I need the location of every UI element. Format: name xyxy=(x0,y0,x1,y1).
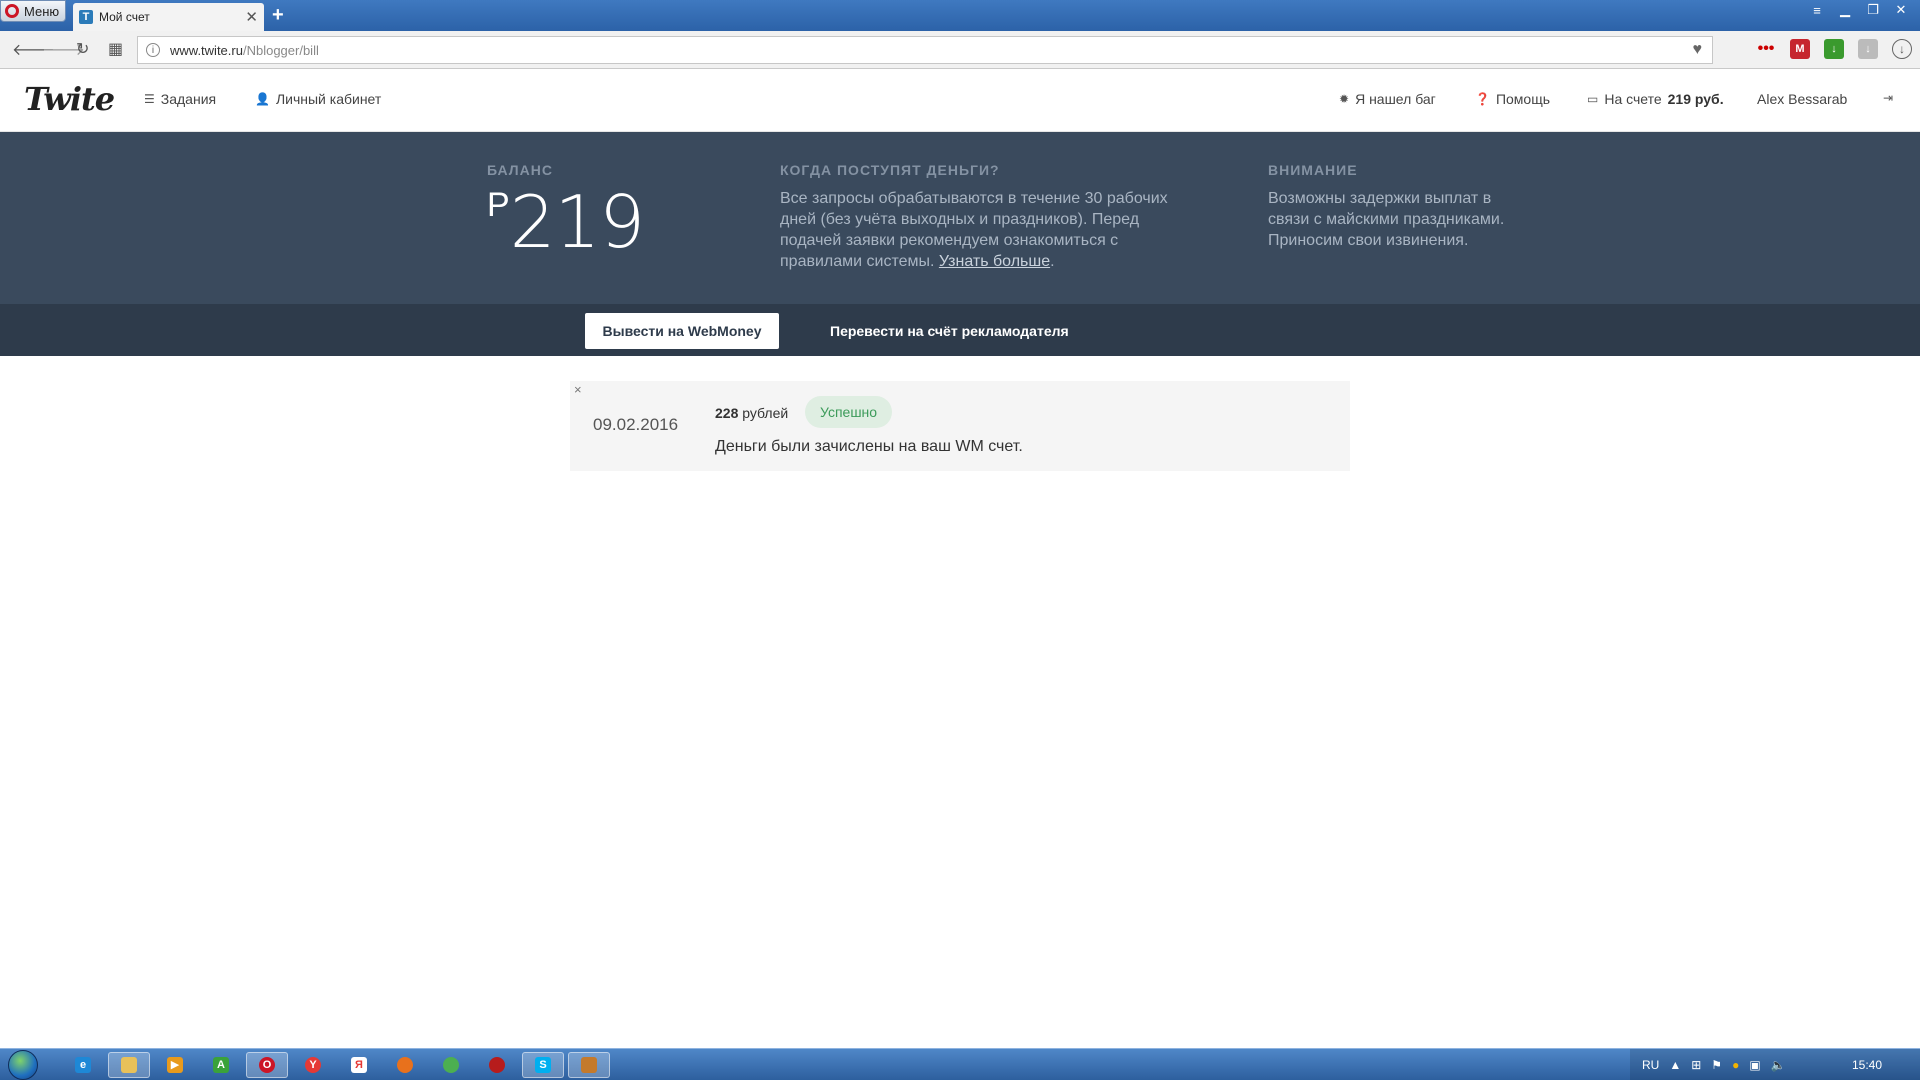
bug-icon: ✹ xyxy=(1339,92,1350,106)
media-player-icon[interactable]: ▶ xyxy=(154,1052,196,1078)
opera-taskbar-icon[interactable]: O xyxy=(246,1052,288,1078)
ruble-sign: Р xyxy=(487,186,510,224)
twite-favicon-icon: T xyxy=(79,10,93,24)
notice-text: Возможны задержки выплат в связи с майск… xyxy=(1268,190,1505,249)
yandex-browser-icon[interactable]: Я xyxy=(338,1052,380,1078)
more-dots-icon[interactable]: ••• xyxy=(1756,39,1776,59)
notice-column: Внимание Возможны задержки выплат в связ… xyxy=(1268,162,1508,251)
balance-info-band: Баланс Р 219 Когда поступят деньги? Все … xyxy=(0,132,1920,304)
logout-icon: ⇥ xyxy=(1883,91,1894,105)
balance-title: Баланс xyxy=(487,162,553,178)
ie-icon[interactable]: e xyxy=(62,1052,104,1078)
when-text: Все запросы обрабатываются в течение 30 … xyxy=(780,188,1180,272)
network-icon[interactable]: ▣ xyxy=(1749,1058,1760,1072)
site-header: Twite ☰ Задания 👤 Личный кабинет ✹ Я наш… xyxy=(0,70,1920,132)
question-circle-icon: ❓ xyxy=(1475,92,1490,106)
when-text-end: . xyxy=(1050,253,1055,270)
credit-card-icon: ▭ xyxy=(1587,92,1599,106)
transaction-date: 09.02.2016 xyxy=(593,415,679,434)
close-window-icon[interactable]: ✕ xyxy=(1890,2,1912,18)
withdraw-actions-bar: Вывести на WebMoney Перевести на счёт ре… xyxy=(0,304,1920,356)
gmail-extension-icon[interactable]: M xyxy=(1790,39,1810,59)
dismiss-close-icon[interactable]: × xyxy=(574,382,582,397)
transaction-amount: 228 рублей xyxy=(715,405,788,421)
browser-toolbar: 🡐 🡒 ↻ ▦ i www.twite.ru /Nblogger/bill ♥ … xyxy=(0,31,1920,69)
bookmark-heart-icon[interactable]: ♥ xyxy=(1693,41,1703,59)
speed-dial-grid-icon[interactable]: ▦ xyxy=(108,39,123,59)
restore-icon[interactable]: ❐ xyxy=(1862,2,1884,18)
taskbar-apps: e ▶ A O Y Я S xyxy=(62,1052,610,1078)
user-icon: 👤 xyxy=(255,92,270,106)
opera-menu-label: Меню xyxy=(24,3,60,19)
url-host: www.twite.ru xyxy=(170,42,243,58)
withdraw-webmoney-button[interactable]: Вывести на WebMoney xyxy=(585,313,779,349)
new-tab-plus-icon[interactable]: + xyxy=(272,4,284,27)
logout-button[interactable]: ⇥ xyxy=(1883,91,1893,105)
tray-flag-icon[interactable]: ⚑ xyxy=(1711,1058,1722,1072)
opera-menu-button[interactable]: Меню xyxy=(0,0,66,22)
nav-user-name: Alex Bessarab xyxy=(1757,91,1848,107)
start-button-icon[interactable] xyxy=(8,1050,38,1080)
tab-close-icon[interactable]: ✕ xyxy=(245,8,258,26)
downloads-icon[interactable]: ↓ xyxy=(1892,39,1912,59)
balance-amount: 219 xyxy=(509,180,645,264)
volume-icon[interactable]: 🔈 xyxy=(1771,1058,1786,1072)
nav-balance-prefix: На счете xyxy=(1604,91,1662,107)
when-title: Когда поступят деньги? xyxy=(780,162,1000,178)
transfer-advertiser-button[interactable]: Перевести на счёт рекламодателя xyxy=(830,313,1069,349)
tray-windows-icon[interactable]: ⊞ xyxy=(1691,1058,1701,1072)
when-money-column: Когда поступят деньги? Все запросы обраб… xyxy=(780,162,1180,272)
minimize-icon[interactable]: ▁ xyxy=(1834,2,1856,18)
yandex-icon[interactable]: Y xyxy=(292,1052,334,1078)
tab-title: Мой счет xyxy=(99,10,150,24)
nav-bug-label: Я нашел баг xyxy=(1355,91,1436,107)
learn-more-link[interactable]: Узнать больше xyxy=(939,253,1050,270)
nav-tasks-label: Задания xyxy=(160,91,217,107)
balance-column: Баланс Р 219 xyxy=(487,162,737,262)
tab-menu-icon[interactable]: ≡ xyxy=(1806,3,1828,18)
nav-balance[interactable]: ▭ На счете 219 руб. xyxy=(1587,91,1724,107)
transaction-currency: рублей xyxy=(742,405,789,421)
url-path: /Nblogger/bill xyxy=(242,42,319,58)
status-badge: Успешно xyxy=(805,396,893,428)
app-a-icon[interactable]: A xyxy=(200,1052,242,1078)
explorer-folder-icon[interactable] xyxy=(108,1052,150,1078)
nav-balance-value: 219 руб. xyxy=(1667,91,1724,107)
tray-app-icon[interactable]: ● xyxy=(1732,1058,1739,1072)
transaction-amount-value: 228 xyxy=(715,405,739,421)
browser-tab-active[interactable]: T Мой счет ✕ xyxy=(73,3,264,31)
skype-icon[interactable]: S xyxy=(522,1052,564,1078)
twite-logo[interactable]: Twite xyxy=(24,80,115,118)
transaction-description: Деньги были зачислены на ваш WM счет. xyxy=(715,438,1023,455)
tray-arrow-icon[interactable]: ▲ xyxy=(1669,1058,1681,1072)
app-paint-icon[interactable] xyxy=(568,1052,610,1078)
save-extension-icon[interactable]: ↓ xyxy=(1858,39,1878,59)
taskbar-clock[interactable]: 15:40 xyxy=(1852,1058,1882,1072)
chrome-icon[interactable] xyxy=(430,1052,472,1078)
transaction-card: × 09.02.2016 228 рублей Успешно Деньги б… xyxy=(570,381,1350,471)
balance-display: Р 219 xyxy=(487,182,737,262)
language-indicator[interactable]: RU xyxy=(1642,1058,1659,1072)
browser-titlebar: Меню T Мой счет ✕ + ≡ ▁ ❐ ✕ xyxy=(0,0,1920,31)
list-icon: ☰ xyxy=(144,92,155,106)
address-bar[interactable]: i www.twite.ru /Nblogger/bill ♥ xyxy=(137,36,1713,64)
site-info-icon[interactable]: i xyxy=(146,43,160,57)
nav-help[interactable]: ❓ Помощь xyxy=(1475,91,1550,107)
nav-tasks[interactable]: ☰ Задания xyxy=(144,91,216,107)
download-extension-icon[interactable]: ↓ xyxy=(1824,39,1844,59)
app-record-icon[interactable] xyxy=(476,1052,518,1078)
opera-logo-icon xyxy=(5,4,19,18)
nav-cabinet-label: Личный кабинет xyxy=(275,91,382,107)
windows-taskbar: e ▶ A O Y Я S RU ▲ ⊞ ⚑ ● ▣ 🔈 15:40 xyxy=(0,1048,1920,1080)
nav-cabinet[interactable]: 👤 Личный кабинет xyxy=(255,91,381,107)
reload-icon[interactable]: ↻ xyxy=(76,39,89,59)
nav-help-label: Помощь xyxy=(1495,91,1551,107)
nav-user[interactable]: Alex Bessarab xyxy=(1757,91,1847,107)
window-controls: ≡ ▁ ❐ ✕ xyxy=(1806,2,1912,18)
nav-bug-report[interactable]: ✹ Я нашел баг xyxy=(1339,91,1436,107)
notice-title: Внимание xyxy=(1268,162,1358,178)
extension-icons: ••• M ↓ ↓ ↓ xyxy=(1756,39,1912,59)
firefox-icon[interactable] xyxy=(384,1052,426,1078)
